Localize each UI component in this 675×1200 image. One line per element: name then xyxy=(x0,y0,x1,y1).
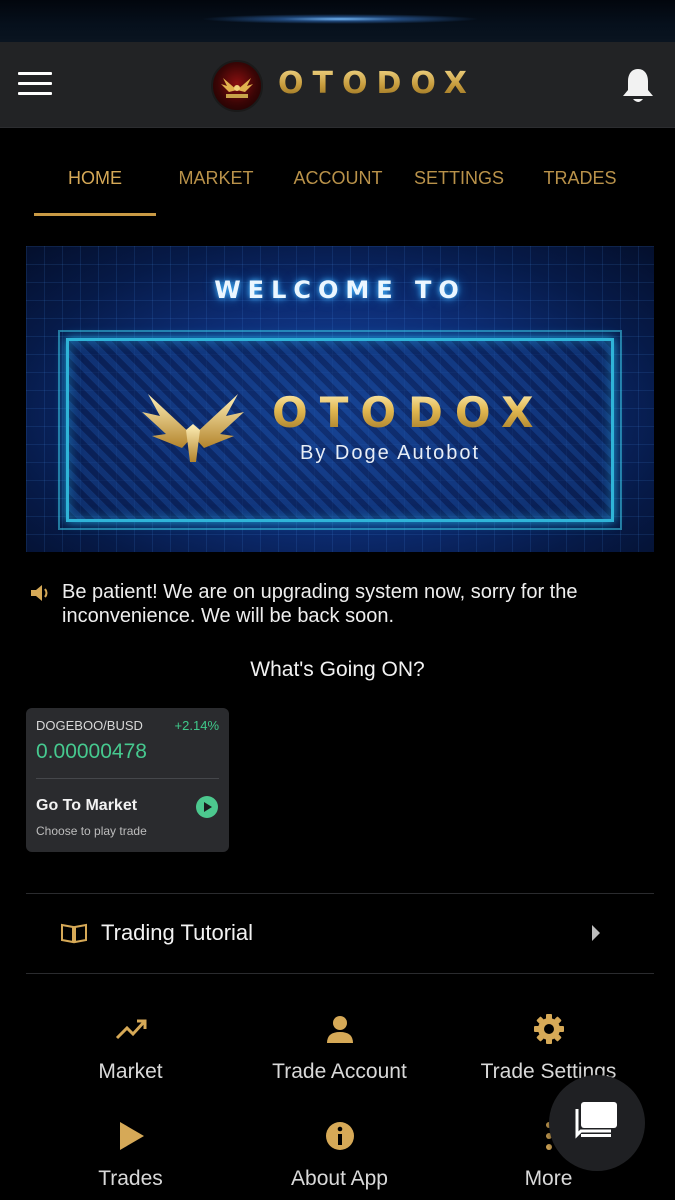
card-subtitle: Choose to play trade xyxy=(36,824,147,838)
menu-item-label: Trade Account xyxy=(272,1060,407,1083)
market-card[interactable]: DOGEBOO/BUSD +2.14% 0.00000478 Go To Mar… xyxy=(26,708,229,852)
menu-icon[interactable] xyxy=(18,72,52,98)
banner-byline: By Doge Autobot xyxy=(300,442,481,464)
tab-trades[interactable]: TRADES xyxy=(519,128,641,218)
tutorial-label: Trading Tutorial xyxy=(101,920,254,945)
speaker-icon xyxy=(31,585,48,601)
menu-item-about-app[interactable]: About App xyxy=(227,1119,452,1200)
tab-settings[interactable]: SETTINGS xyxy=(398,128,520,218)
brand-name: OTODOX xyxy=(278,66,476,101)
notice-message: Be patient! We are on upgrading system n… xyxy=(62,581,578,627)
trading-pair: DOGEBOO/BUSD xyxy=(36,718,143,733)
section-title: What's Going ON? xyxy=(250,658,425,681)
trending-up-icon xyxy=(115,1019,147,1040)
app-bar: OTODOX xyxy=(0,42,675,128)
tab-home[interactable]: HOME xyxy=(34,128,156,218)
banner-brand-name: OTODOX xyxy=(272,388,546,437)
play-icon xyxy=(120,1122,144,1150)
chevron-right-icon xyxy=(592,925,600,941)
play-icon[interactable] xyxy=(196,796,218,818)
welcome-banner: WELCOME TO OTODOX By Doge Autobot xyxy=(26,246,654,552)
brand-logo xyxy=(211,60,263,112)
menu-item-trades[interactable]: Trades xyxy=(18,1119,243,1200)
card-divider xyxy=(36,778,219,779)
divider xyxy=(26,973,654,974)
wings-logo-icon xyxy=(221,78,253,98)
price-value: 0.00000478 xyxy=(36,740,147,763)
status-bar-glow xyxy=(200,14,480,24)
person-icon xyxy=(327,1016,353,1043)
book-icon xyxy=(61,923,87,944)
info-icon xyxy=(326,1122,354,1150)
menu-item-trade-account[interactable]: Trade Account xyxy=(227,1012,452,1112)
banner-welcome-text: WELCOME TO xyxy=(214,276,466,304)
golden-wings-icon xyxy=(142,394,244,462)
bell-icon[interactable] xyxy=(620,66,656,106)
tab-account[interactable]: ACCOUNT xyxy=(277,128,399,218)
status-bar xyxy=(0,0,675,42)
trading-tutorial-row[interactable]: Trading Tutorial xyxy=(26,894,654,974)
go-to-market-link[interactable]: Go To Market xyxy=(36,797,137,815)
menu-item-label: About App xyxy=(291,1167,388,1190)
chat-button[interactable] xyxy=(549,1075,645,1171)
top-tabs: HOME MARKET ACCOUNT SETTINGS TRADES xyxy=(0,128,675,218)
price-change: +2.14% xyxy=(174,718,219,733)
menu-item-label: Market xyxy=(98,1060,163,1083)
menu-item-label: Trades xyxy=(98,1167,163,1190)
tab-market[interactable]: MARKET xyxy=(155,128,277,218)
menu-item-market[interactable]: Market xyxy=(18,1012,243,1112)
gear-icon xyxy=(534,1014,564,1044)
chat-icon xyxy=(575,1102,617,1139)
